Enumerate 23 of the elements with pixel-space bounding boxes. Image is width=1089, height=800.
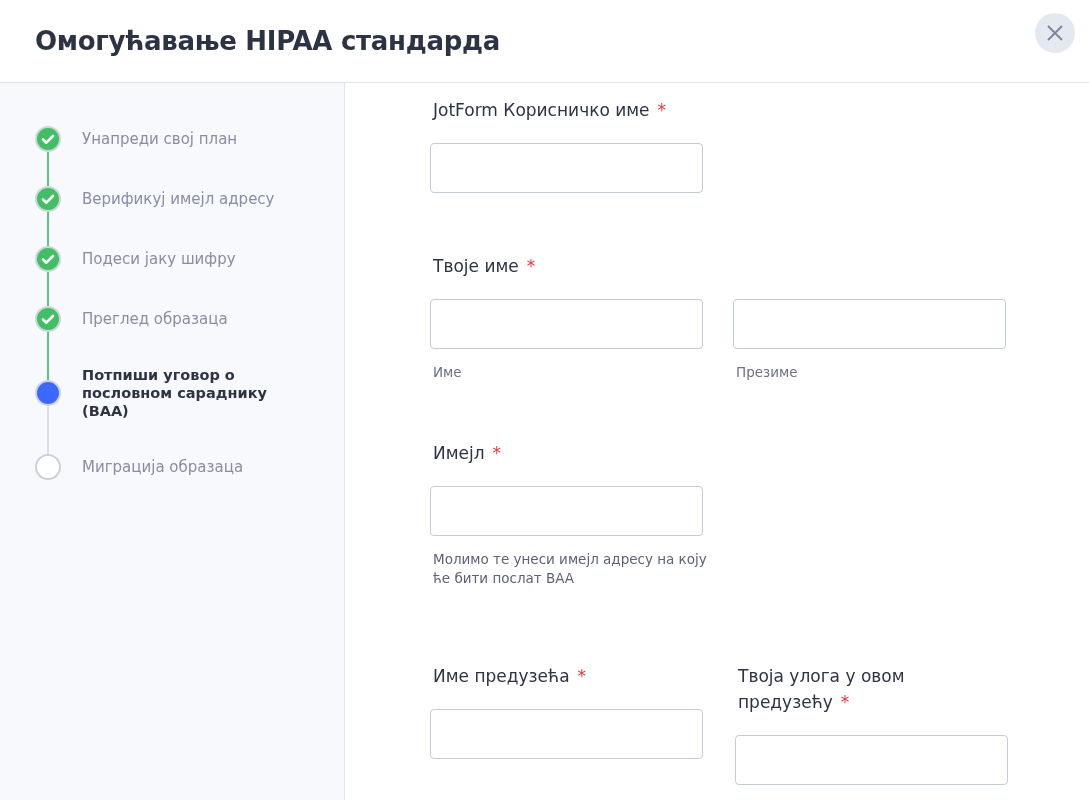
help-text: Молимо те унеси имејл адресу на коју ће бити послат BAA <box>433 550 708 588</box>
field-label: Твоје име * <box>433 255 536 278</box>
step-label[interactable]: Миграција образаца <box>82 457 244 477</box>
input-field[interactable] <box>430 143 703 193</box>
dialog-title: Омогућавање HIPAA стандарда <box>35 26 500 56</box>
step-label[interactable]: Унапреди свој план <box>82 129 238 149</box>
step-label[interactable]: Преглед образаца <box>82 309 228 329</box>
field-label: JotForm Корисничко име * <box>433 99 667 122</box>
step-label[interactable]: Верификуј имејл адресу <box>82 189 275 209</box>
input-field[interactable] <box>735 735 1008 785</box>
close-button[interactable] <box>1035 13 1075 53</box>
field-sublabel: Име <box>433 364 463 380</box>
field-label: Име предузећа * <box>433 665 587 688</box>
step-label[interactable]: Подеси јаку шифру <box>82 249 236 269</box>
field-sublabel: Презиме <box>736 364 799 380</box>
input-field[interactable] <box>430 709 703 759</box>
input-field[interactable] <box>733 299 1006 349</box>
field-label: Имејл * <box>433 442 502 465</box>
input-field[interactable] <box>430 486 703 536</box>
step-label[interactable]: Потпиши уговор о пословном сараднику (BAA) <box>82 366 292 420</box>
input-field[interactable] <box>430 299 703 349</box>
close-icon <box>1046 24 1064 42</box>
field-label: Твоја улога у овом предузећу * <box>738 665 906 714</box>
